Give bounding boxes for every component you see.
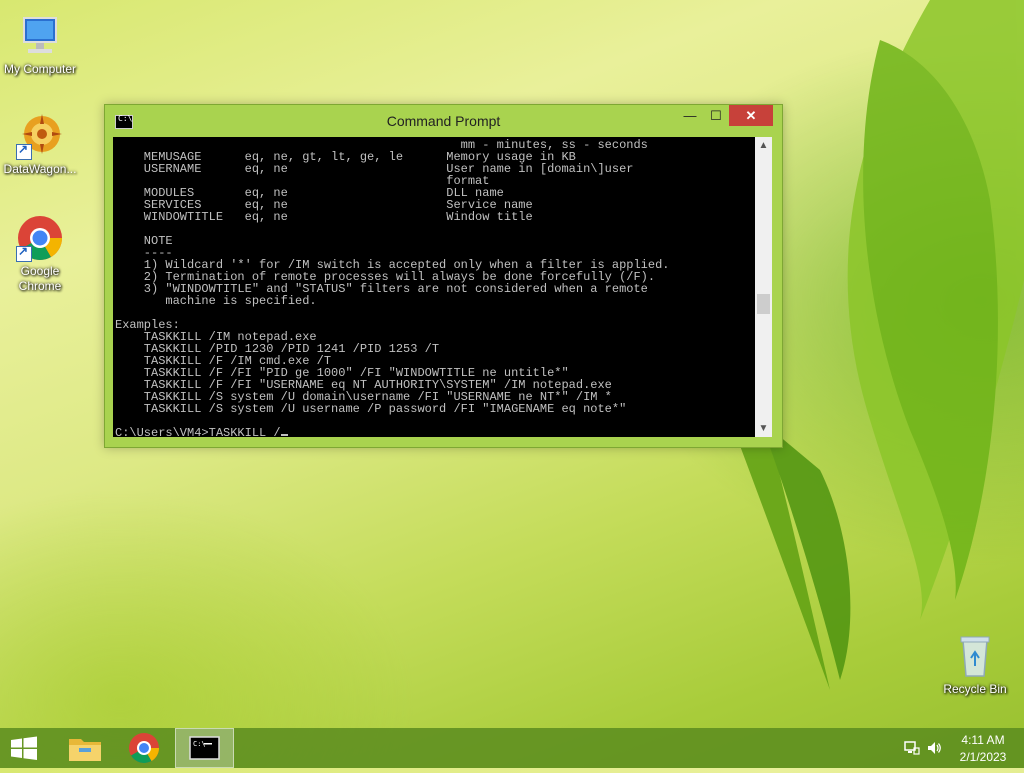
system-tray: 4:11 AM 2/1/2023 xyxy=(884,728,1024,768)
desktop-icon-my-computer[interactable]: My Computer xyxy=(0,12,80,77)
taskbar: C:\ 4:11 AM 2/1/2023 xyxy=(0,728,1024,768)
desktop-icon-label: My Computer xyxy=(3,62,77,76)
desktop-icon-recycle-bin[interactable]: Recycle Bin xyxy=(935,632,1015,697)
shortcut-arrow-icon xyxy=(16,142,32,160)
file-explorer-icon xyxy=(69,739,101,761)
scroll-up-icon[interactable]: ▲ xyxy=(755,137,772,154)
datawagon-icon xyxy=(16,112,64,160)
console-output[interactable]: mm - minutes, ss - seconds MEMUSAGE eq, … xyxy=(113,137,755,437)
start-button[interactable] xyxy=(0,728,48,768)
desktop-icon-label: DataWagon... xyxy=(3,162,77,176)
computer-icon xyxy=(16,12,64,60)
taskbar-chrome[interactable] xyxy=(116,728,172,768)
vertical-scrollbar[interactable]: ▲ ▼ xyxy=(755,137,772,437)
console-text: mm - minutes, ss - seconds MEMUSAGE eq, … xyxy=(113,137,755,437)
shortcut-arrow-icon xyxy=(16,244,32,262)
chrome-icon xyxy=(129,733,159,764)
chrome-icon xyxy=(16,214,64,262)
taskbar-command-prompt[interactable]: C:\ xyxy=(175,728,234,768)
clock-time[interactable]: 4:11 AM xyxy=(942,733,1024,747)
window-titlebar[interactable]: C:\ Command Prompt — ☐ ✕ xyxy=(105,105,782,137)
recycle-bin-icon xyxy=(951,632,999,680)
network-icon[interactable] xyxy=(904,740,920,756)
command-prompt-icon: C:\ xyxy=(189,736,220,760)
scroll-thumb[interactable] xyxy=(757,294,770,314)
command-prompt-window[interactable]: C:\ Command Prompt — ☐ ✕ mm - minutes, s… xyxy=(104,104,783,448)
clock-date[interactable]: 2/1/2023 xyxy=(942,750,1024,764)
svg-text:C:\: C:\ xyxy=(193,740,206,748)
taskbar-file-explorer[interactable] xyxy=(57,728,113,768)
desktop-icon-label: Recycle Bin xyxy=(943,682,1007,696)
desktop-icon-datawagon[interactable]: DataWagon... xyxy=(0,112,80,177)
command-prompt-input[interactable]: C:\Users\VM4>TASKKILL / xyxy=(115,426,281,437)
desktop-icon-label: Google Chrome xyxy=(18,264,62,293)
scroll-down-icon[interactable]: ▼ xyxy=(755,420,772,437)
windows-start-icon xyxy=(11,736,37,760)
volume-icon[interactable] xyxy=(926,740,942,756)
close-button[interactable]: ✕ xyxy=(729,105,773,126)
desktop-icon-google-chrome[interactable]: Google Chrome xyxy=(0,214,80,294)
maximize-button[interactable]: ☐ xyxy=(703,105,729,126)
text-cursor xyxy=(280,434,288,436)
minimize-button[interactable]: — xyxy=(677,105,703,126)
